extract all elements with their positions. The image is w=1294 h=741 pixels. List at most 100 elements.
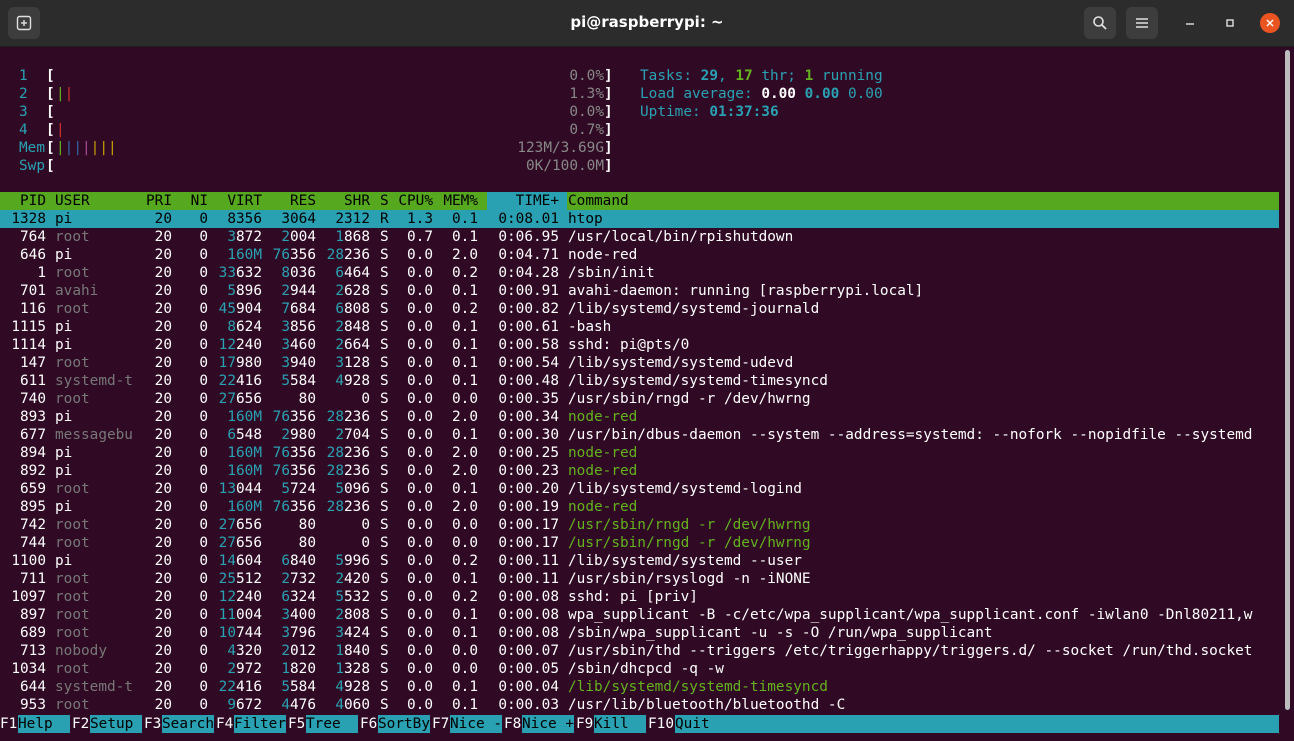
cell-command: /usr/sbin/thd --triggers /etc/triggerhap… <box>568 643 1253 659</box>
process-row[interactable]: 1097 root 20 0 12240 6324 5532 S 0.0 0.2 0:00.08 ss… <box>0 588 1279 606</box>
cell-mem: 0.1 <box>452 625 478 641</box>
fkey-f5[interactable]: F5 <box>288 715 305 733</box>
cell-time: 0:00.11 <box>498 571 559 587</box>
fkey-label-f3[interactable]: Search <box>162 715 214 733</box>
cell-pid: 897 <box>20 607 46 623</box>
load-average-stat: Load average: 0.00 0.00 0.00 <box>640 86 883 102</box>
process-row[interactable]: 893 pi 20 0 160M 76356 28236 S 0.0 2.0 0:00.34 node… <box>0 408 1279 426</box>
scrollbar[interactable] <box>1285 50 1290 710</box>
hamburger-menu-icon <box>1136 18 1148 28</box>
process-row[interactable]: 892 pi 20 0 160M 76356 28236 S 0.0 2.0 0:00.23 node… <box>0 462 1279 480</box>
process-row[interactable]: 894 pi 20 0 160M 76356 28236 S 0.0 2.0 0:00.25 node… <box>0 444 1279 462</box>
fkey-label-f6[interactable]: SortBy <box>378 715 430 733</box>
fkey-label-f2[interactable]: Setup <box>90 715 142 733</box>
process-row[interactable]: 740 root 20 0 27656 80 0 S 0.0 0.0 0:00.35/usr/sbi… <box>0 390 1279 408</box>
cell-mem: 0.1 <box>452 481 478 497</box>
fkey-label-f8[interactable]: Nice + <box>522 715 574 733</box>
search-button[interactable] <box>1084 7 1116 39</box>
cell-command: /lib/systemd/systemd-journald <box>568 301 820 317</box>
cell-mem: 0.0 <box>452 643 478 659</box>
cpu-label: 2 <box>19 86 28 102</box>
cell-command: /lib/systemd/systemd --user <box>568 553 802 569</box>
cell-time: 0:00.48 <box>498 373 559 389</box>
column-header-mem[interactable]: MEM% <box>388 192 478 210</box>
fkey-label-f10[interactable]: Quit <box>675 715 1279 733</box>
fkey-f10[interactable]: F10 <box>648 715 674 733</box>
cell-time: 0:04.71 <box>498 247 559 263</box>
fkey-f9[interactable]: F9 <box>576 715 593 733</box>
mem-bar: ||||||| <box>56 140 117 156</box>
process-row[interactable]: 744 root 20 0 27656 80 0 S 0.0 0.0 0:00.17/usr/sbi… <box>0 534 1279 552</box>
process-row[interactable]: 1115 pi 20 0 8624 3856 2848 S 0.0 0.1 0:00.61 -bash <box>0 318 1279 336</box>
cpu-bar: | <box>56 122 65 138</box>
process-row[interactable]: 147 root 20 0 17980 3940 3128 S 0.0 0.1 0:00.54/li… <box>0 354 1279 372</box>
process-row[interactable]: 1100 pi 20 0 14604 6840 5996 S 0.0 0.2 0:00.11/lib… <box>0 552 1279 570</box>
process-row[interactable]: 1328 pi 20 0 8356 3064 2312 R 1.3 0.1 0:08.01 htop <box>0 210 1279 228</box>
cell-time: 0:00.30 <box>498 427 559 443</box>
maximize-button[interactable] <box>1220 13 1240 33</box>
cell-pid: 953 <box>20 697 46 713</box>
process-row[interactable]: 742 root 20 0 27656 80 0 S 0.0 0.0 0:00.17/usr/sbi… <box>0 516 1279 534</box>
fkey-label-f5[interactable]: Tree <box>306 715 358 733</box>
process-row[interactable]: 897 root 20 0 11004 3400 2808 S 0.0 0.1 0:00.08 wpa… <box>0 606 1279 624</box>
process-row[interactable]: 116 root 20 0 45904 7684 6808 S 0.0 0.2 0:00.82/li… <box>0 300 1279 318</box>
fkey-label-f7[interactable]: Nice - <box>450 715 502 733</box>
column-header-command[interactable]: Command <box>568 192 629 210</box>
cell-mem: 0.1 <box>452 697 478 713</box>
cell-command: /usr/sbin/rngd -r /dev/hwrng <box>568 391 811 407</box>
process-table-header: PID USER PRI NI VIRT RES SHR S CPU% MEM% TIME+ Comm… <box>0 192 1279 210</box>
cell-mem: 0.2 <box>452 265 478 281</box>
process-row[interactable]: 713 nobody 20 0 4320 2012 1840 S 0.0 0.0 0:00.07/u… <box>0 642 1279 660</box>
minimize-button[interactable] <box>1180 13 1200 33</box>
process-row[interactable]: 611 systemd-t 20 0 22416 5584 4928 S 0.0 0.1 0:00.… <box>0 372 1279 390</box>
process-row[interactable]: 646 pi 20 0 160M 76356 28236 S 0.0 2.0 0:04.71 node… <box>0 246 1279 264</box>
menu-button[interactable] <box>1126 7 1158 39</box>
cell-pid: 742 <box>20 517 46 533</box>
process-row[interactable]: 1114 pi 20 0 12240 3460 2664 S 0.0 0.1 0:00.58 sshd… <box>0 336 1279 354</box>
close-button[interactable] <box>1260 13 1280 33</box>
cpu-value: 1.3% <box>569 86 604 102</box>
process-row[interactable]: 701 avahi 20 0 5896 2944 2628 S 0.0 0.1 0:00.91 ava… <box>0 282 1279 300</box>
process-row[interactable]: 659 root 20 0 13044 5724 5096 S 0.0 0.1 0:00.20/li… <box>0 480 1279 498</box>
fkey-label-f1[interactable]: Help <box>18 715 70 733</box>
fkey-label-f9[interactable]: Kill <box>594 715 646 733</box>
process-row[interactable]: 764 root 20 0 3872 2004 1868 S 0.7 0.1 0:06.95/usr… <box>0 228 1279 246</box>
terminal-area[interactable]: 1[0.0%] 2[|| 1.3%] 3[0.0%] 4[| 0.7%] Mem[|… <box>0 46 1294 741</box>
cell-command: /lib/systemd/systemd-logind <box>568 481 802 497</box>
cell-command: /sbin/init <box>568 265 655 281</box>
process-row[interactable]: 953 root 20 0 9672 4476 4060 S 0.0 0.1 0:00.03/usr… <box>0 696 1279 714</box>
cell-user: pi <box>55 211 73 227</box>
process-row[interactable]: 644 systemd-t 20 0 22416 5584 4928 S 0.0 0.1 0:00.… <box>0 678 1279 696</box>
cell-mem: 2.0 <box>452 463 478 479</box>
fkey-f7[interactable]: F7 <box>432 715 449 733</box>
tasks-count: 29 <box>700 68 718 84</box>
fkey-f4[interactable]: F4 <box>216 715 233 733</box>
process-row[interactable]: 1 root 20 0 33632 8036 6464 S 0.0 0.2 0:04.28/sbin… <box>0 264 1279 282</box>
process-row[interactable]: 1034 root 20 0 2972 1820 1328 S 0.0 0.0 0:00.05/sb… <box>0 660 1279 678</box>
search-icon <box>1093 16 1107 30</box>
cell-pid: 1034 <box>11 661 46 677</box>
cell-command: -bash <box>568 319 612 335</box>
cell-pid: 1100 <box>11 553 46 569</box>
column-header-time[interactable]: TIME+ <box>469 192 559 210</box>
process-row[interactable]: 677 messagebu 20 0 6548 2980 2704 S 0.0 0.1 0:00.3… <box>0 426 1279 444</box>
cell-mem: 0.1 <box>452 427 478 443</box>
fkey-f3[interactable]: F3 <box>144 715 161 733</box>
column-header-pid[interactable]: PID <box>0 192 46 210</box>
fkey-f6[interactable]: F6 <box>360 715 377 733</box>
uptime-stat: Uptime: 01:37:36 <box>640 104 779 120</box>
process-row[interactable]: 711 root 20 0 25512 2732 2420 S 0.0 0.1 0:00.11/us… <box>0 570 1279 588</box>
cell-command: wpa_supplicant -B -c/etc/wpa_supplicant/… <box>568 607 1253 623</box>
process-row[interactable]: 689 root 20 0 10744 3796 3424 S 0.0 0.1 0:00.08/sb… <box>0 624 1279 642</box>
fkey-f1[interactable]: F1 <box>0 715 17 733</box>
cpu-label: 1 <box>19 68 28 84</box>
fkey-label-f4[interactable]: Filter <box>234 715 286 733</box>
cell-command: /usr/lib/bluetooth/bluetoothd -C <box>568 697 846 713</box>
cell-time: 0:00.61 <box>498 319 559 335</box>
process-row[interactable]: 895 pi 20 0 160M 76356 28236 S 0.0 2.0 0:00.19 node… <box>0 498 1279 516</box>
fkey-f8[interactable]: F8 <box>504 715 521 733</box>
fkey-f2[interactable]: F2 <box>72 715 89 733</box>
close-icon <box>1266 19 1274 27</box>
running-count: 1 <box>804 68 814 84</box>
cell-pid: 677 <box>20 427 46 443</box>
